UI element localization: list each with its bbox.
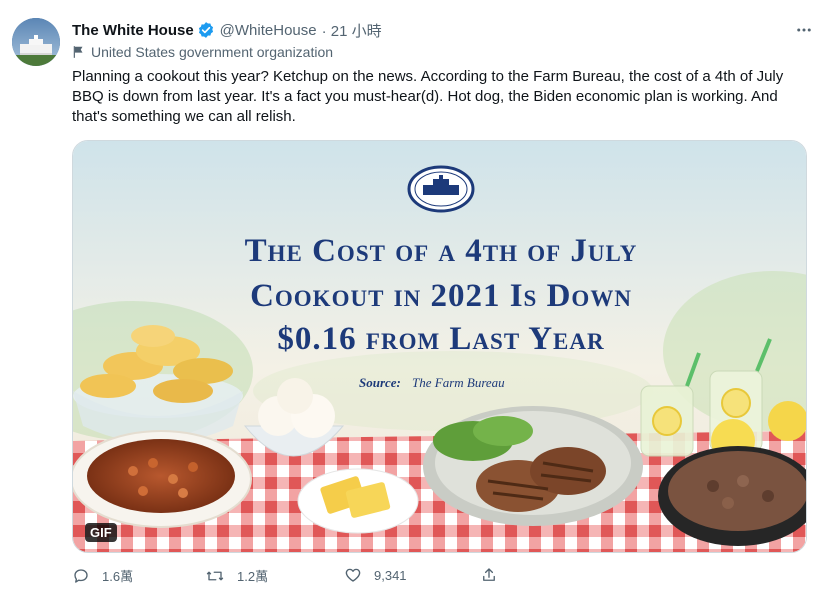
beans-bowl (73, 430, 252, 528)
tweet-header: The White House @WhiteHouse · 21 小時 (72, 20, 382, 40)
government-label-text: United States government organization (91, 44, 334, 60)
flag-icon (73, 46, 83, 58)
tweet-media-gif[interactable]: The Cost of a 4th of July Cookout in 202… (72, 140, 807, 553)
tweet-text: Planning a cookout this year? Ketchup on… (72, 68, 784, 125)
source-value: The Farm Bureau (412, 375, 505, 390)
avatar[interactable] (12, 18, 60, 66)
government-label[interactable]: United States government organization (72, 44, 333, 60)
share-button[interactable] (480, 566, 510, 584)
timestamp[interactable]: · 21 小時 (322, 20, 382, 41)
reply-count: 1.6萬 (102, 569, 134, 584)
share-icon (483, 568, 495, 581)
verified-badge-icon (197, 21, 215, 39)
gif-badge: GIF (85, 523, 117, 542)
retweet-icon (206, 571, 224, 580)
like-count: 9,341 (374, 567, 407, 583)
retweet-button[interactable]: 1.2萬 (205, 566, 268, 585)
retweet-count: 1.2萬 (237, 569, 269, 584)
source-label: Source: (359, 375, 401, 390)
headline-line-2: Cookout in 2021 Is Down (250, 278, 632, 314)
gif-image: The Cost of a 4th of July Cookout in 202… (73, 141, 806, 552)
headline-line-3: $0.16 from Last Year (277, 321, 604, 357)
more-options-icon[interactable] (792, 18, 816, 42)
author-handle[interactable]: @WhiteHouse (220, 22, 317, 39)
author-name[interactable]: The White House (72, 22, 194, 39)
tweet-actions: 1.6萬 1.2萬 9,341 (72, 566, 512, 586)
reply-button[interactable]: 1.6萬 (72, 566, 133, 585)
headline-line-1: The Cost of a 4th of July (245, 233, 638, 269)
like-button[interactable]: 9,341 (344, 566, 407, 584)
reply-icon (74, 568, 88, 583)
heart-icon (345, 568, 361, 582)
tweet: The White House @WhiteHouse · 21 小時 Unit… (0, 0, 834, 597)
steak-plate (423, 406, 643, 526)
cheese-plate (297, 468, 419, 534)
